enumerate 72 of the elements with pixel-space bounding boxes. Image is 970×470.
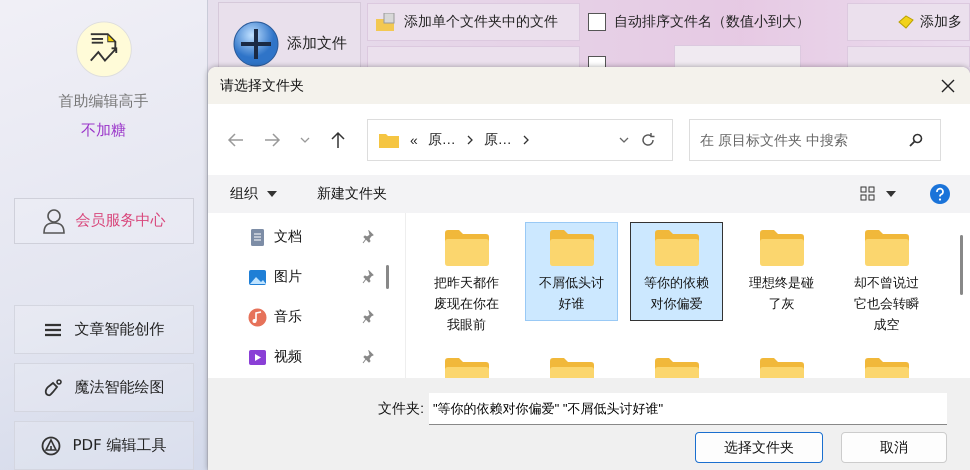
forward-icon[interactable] [263, 130, 281, 148]
folder-icon [760, 358, 804, 378]
close-icon [941, 78, 955, 92]
field-label: 文件夹: [378, 400, 424, 418]
folder-icon [550, 230, 594, 266]
picture-icon [248, 268, 267, 286]
nav-item[interactable]: 视频 [248, 337, 374, 377]
compass-icon [40, 436, 60, 456]
nav-item[interactable]: 音乐 [248, 297, 374, 337]
video-icon [248, 348, 267, 366]
breadcrumb-separator: « [410, 132, 418, 148]
refresh-icon [640, 132, 656, 148]
folder-name-field[interactable]: "等你的依赖对你偏爱" "不屑低头讨好谁" [429, 393, 947, 425]
nav-item[interactable]: 图片 [248, 257, 374, 297]
checkbox-label: 自动排序文件名（数值小到大） [614, 12, 810, 30]
address-bar[interactable]: « 原… 原… [367, 118, 673, 160]
chevron-down-icon [618, 134, 630, 144]
folder-item[interactable]: 把昨天都作废现在你在我眼前 [420, 222, 513, 342]
command-button[interactable]: 新建文件夹 [311, 181, 393, 207]
music-note-icon [248, 308, 267, 326]
folder-icon [760, 230, 804, 266]
folder-icon [654, 358, 698, 378]
user-name: 不加糖 [81, 120, 126, 140]
logo-icon [74, 21, 134, 78]
up-arrow-icon[interactable] [329, 130, 347, 148]
search-field[interactable]: 在 原目标文件夹 中搜索 [689, 118, 941, 160]
toolbar-button[interactable] [847, 46, 970, 67]
breadcrumb[interactable]: 原… [484, 130, 512, 148]
help-icon [930, 184, 950, 204]
folder-item[interactable]: 等你的依赖对你偏爱 [630, 222, 723, 321]
gem-icon [898, 14, 914, 28]
checkbox[interactable] [588, 56, 606, 67]
chevron-right-icon [522, 134, 530, 144]
back-icon[interactable] [227, 130, 245, 148]
nav-item[interactable]: 文档 [248, 217, 374, 257]
command-button[interactable]: 组织 [224, 181, 283, 207]
folder-icon [550, 358, 594, 378]
scrollbar-thumb-icon [960, 235, 964, 295]
chevron-right-icon [466, 134, 474, 144]
user-icon [42, 208, 66, 234]
breadcrumb[interactable]: 原… [428, 130, 456, 148]
toolbar-button[interactable] [367, 46, 580, 67]
folder-icon [864, 230, 908, 266]
caret-icon [886, 191, 896, 197]
toolbar-button[interactable]: 添加单个文件夹中的文件 [367, 2, 580, 40]
folder-icon [444, 358, 488, 378]
menu-item[interactable]: 魔法智能绘图 [14, 363, 194, 412]
menu-item[interactable]: 文章智能创作 [14, 305, 194, 354]
pin-icon [362, 230, 374, 244]
brush-icon [42, 378, 62, 398]
folder-item[interactable]: 理想终是碰了灰 [735, 222, 828, 321]
view-grid-icon [860, 186, 876, 202]
app-name: 首助编辑高手 [58, 92, 148, 111]
checkbox[interactable] [588, 12, 606, 30]
document-icon [248, 228, 267, 246]
pin-icon [362, 270, 374, 284]
toolbar-button[interactable]: 添加多 [847, 2, 970, 40]
folder-item[interactable]: 不屑低头讨好谁 [525, 222, 618, 321]
plus-icon [233, 20, 279, 66]
menu-item[interactable]: PDF 编辑工具 [14, 421, 194, 470]
search-icon [909, 132, 923, 146]
folder-icon [654, 230, 698, 266]
extension-field[interactable] [674, 45, 801, 67]
cancel-button[interactable]: 取消 [841, 432, 947, 463]
folder-icon [444, 230, 488, 266]
pin-icon [362, 310, 374, 324]
caret-icon [267, 191, 277, 197]
select-folder-button[interactable]: 选择文件夹 [695, 432, 823, 463]
folder-icon [376, 12, 396, 30]
pin-icon [362, 350, 374, 364]
folder-item[interactable]: 却不曾说过它也会转瞬成空 [840, 222, 933, 342]
folder-icon [864, 358, 908, 378]
